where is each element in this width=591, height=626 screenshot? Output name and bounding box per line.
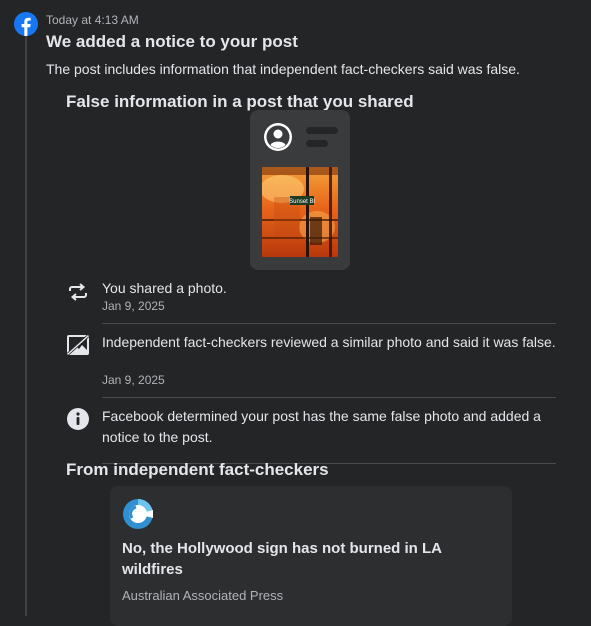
- profile-avatar-icon: [264, 123, 292, 151]
- thread-line: [25, 36, 27, 616]
- svg-text:Sunset Bl: Sunset Bl: [289, 199, 315, 205]
- timeline-item-shared: You shared a photo. Jan 9, 2025: [66, 278, 556, 318]
- timeline-item-notice: Facebook determined your post has the sa…: [66, 406, 556, 450]
- post-name-placeholder: [306, 127, 338, 134]
- false-photo-icon: [66, 334, 90, 356]
- fact-check-article-card[interactable]: No, the Hollywood sign has not burned in…: [110, 486, 512, 626]
- share-icon: [69, 283, 87, 301]
- article-source: Australian Associated Press: [122, 588, 284, 603]
- divider: [102, 397, 556, 398]
- timeline-item-date: Jan 9, 2025: [102, 299, 165, 313]
- street-sign: Sunset Bl: [289, 196, 315, 205]
- false-info-heading: False information in a post that you sha…: [66, 92, 414, 111]
- notification-title: We added a notice to your post: [46, 32, 298, 51]
- notification-description: The post includes information that indep…: [46, 61, 520, 77]
- fact-checkers-heading: From independent fact-checkers: [66, 460, 329, 479]
- timeline-item-date: Jan 9, 2025: [102, 373, 165, 387]
- aap-logo-icon: [123, 499, 153, 529]
- timeline-item-text: Independent fact-checkers reviewed a sim…: [102, 334, 556, 350]
- shared-photo[interactable]: Sunset Bl: [262, 167, 338, 257]
- info-icon: [67, 408, 89, 430]
- notification-timestamp: Today at 4:13 AM: [46, 13, 139, 27]
- article-headline[interactable]: No, the Hollywood sign has not burned in…: [122, 538, 482, 580]
- post-meta-placeholder: [306, 140, 328, 147]
- timeline-item-reviewed: Independent fact-checkers reviewed a sim…: [66, 332, 556, 392]
- post-preview-card[interactable]: Sunset Bl: [250, 110, 350, 270]
- divider: [102, 323, 556, 324]
- facebook-logo-icon: [14, 12, 38, 36]
- timeline-item-text: You shared a photo.: [102, 280, 227, 296]
- timeline-item-text: Facebook determined your post has the sa…: [102, 408, 541, 445]
